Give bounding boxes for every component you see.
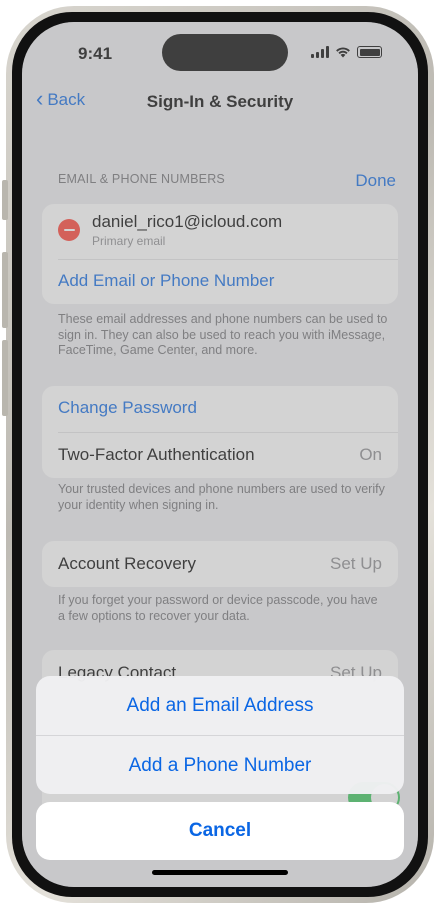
account-recovery-value: Set Up (330, 554, 382, 573)
email-group: daniel_rico1@icloud.com Primary email Ad… (42, 204, 398, 304)
signal-icon (311, 46, 329, 58)
add-email-address-option[interactable]: Add an Email Address (36, 676, 404, 735)
done-button[interactable]: Done (355, 171, 396, 191)
change-password-link[interactable]: Change Password (58, 398, 382, 418)
cancel-button[interactable]: Cancel (36, 802, 404, 860)
recovery-group: Account Recovery Set Up (42, 541, 398, 587)
security-section-footer: Your trusted devices and phone numbers a… (58, 482, 385, 512)
status-time: 9:41 (78, 44, 113, 63)
email-address: daniel_rico1@icloud.com (92, 212, 283, 231)
email-section-header: EMAIL & PHONE NUMBERS (58, 172, 225, 186)
status-icons (311, 46, 382, 58)
divider (58, 259, 398, 260)
screen: 9:41 ‹ Back Sign-In & Security EMAIL & P… (22, 22, 418, 887)
home-indicator[interactable] (152, 870, 288, 875)
two-factor-row[interactable]: Two-Factor Authentication On (58, 445, 382, 465)
battery-icon (357, 46, 382, 58)
wifi-icon (336, 47, 350, 58)
page-title: Sign-In & Security (146, 92, 294, 111)
action-sheet: Add an Email Address Add a Phone Number (36, 676, 404, 794)
volume-down-button (2, 340, 8, 416)
delete-icon[interactable] (58, 219, 80, 241)
email-subtitle: Primary email (92, 234, 166, 248)
action-button (2, 180, 8, 220)
dynamic-island (162, 34, 288, 71)
recovery-section-footer: If you forget your password or device pa… (58, 593, 378, 623)
add-phone-number-option[interactable]: Add a Phone Number (36, 736, 404, 794)
email-section-footer: These email addresses and phone numbers … (58, 312, 388, 357)
account-recovery-row[interactable]: Account Recovery Set Up (58, 554, 382, 574)
security-group: Change Password Two-Factor Authenticatio… (42, 386, 398, 478)
two-factor-value: On (359, 445, 382, 464)
add-email-or-phone-link[interactable]: Add Email or Phone Number (58, 271, 382, 291)
account-recovery-label: Account Recovery (58, 554, 196, 573)
two-factor-label: Two-Factor Authentication (58, 445, 255, 464)
divider (58, 432, 398, 433)
volume-up-button (2, 252, 8, 328)
